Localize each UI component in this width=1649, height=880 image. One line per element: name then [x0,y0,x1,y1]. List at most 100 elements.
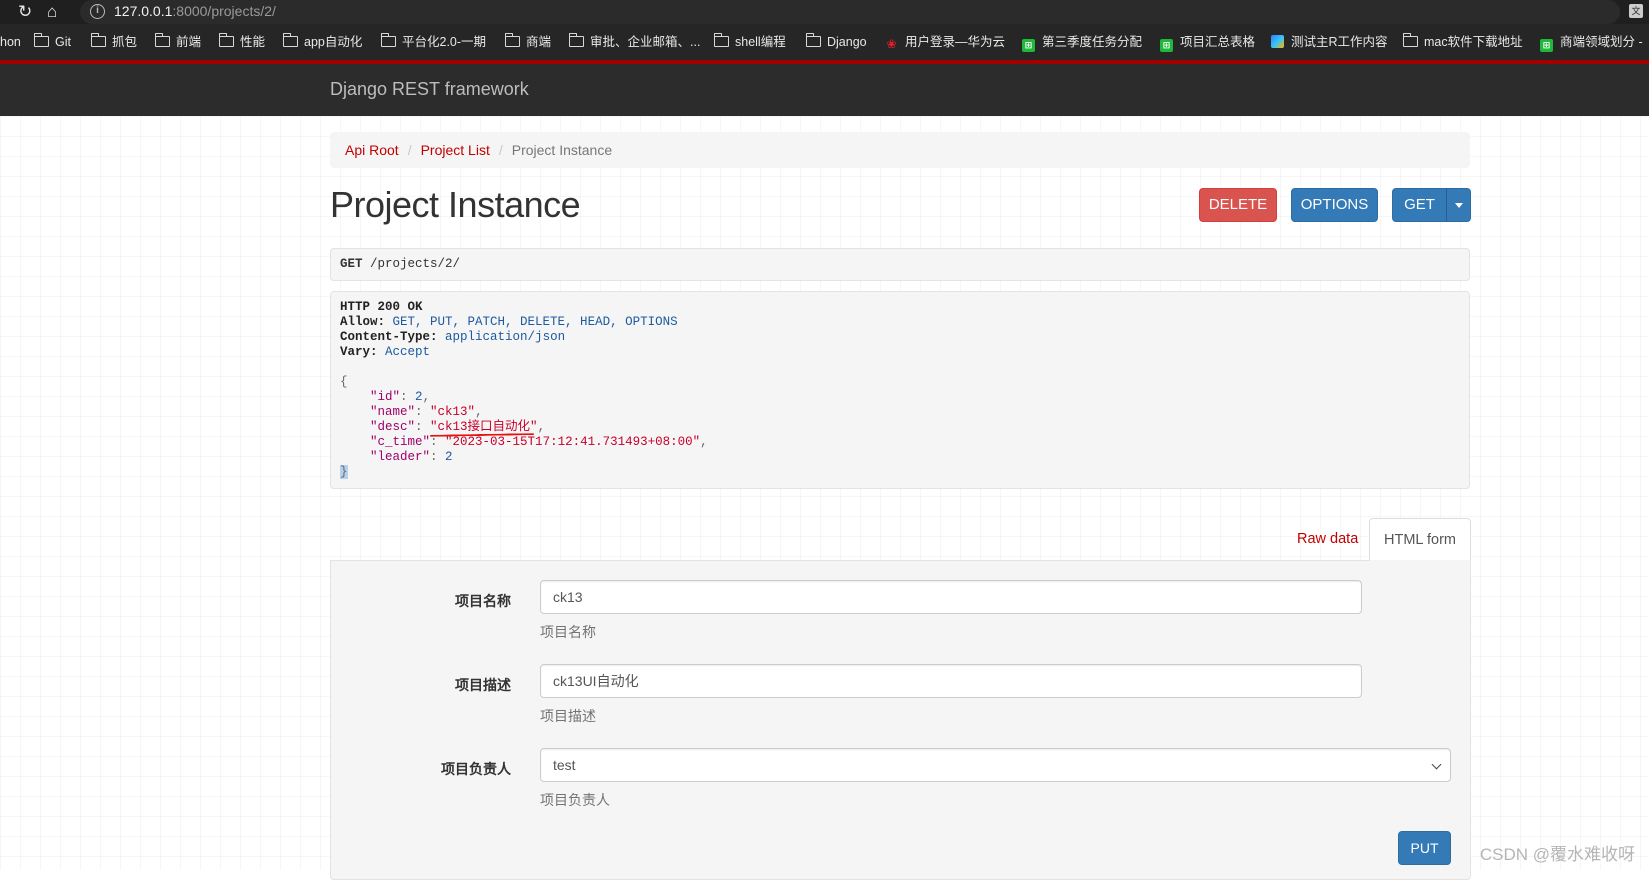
bookmark-label: 审批、企业邮箱、... [590,35,701,49]
bookmark-item[interactable]: ⊞ 第三季度任务分配 [1022,33,1143,52]
bookmark-label: shell编程 [735,35,786,49]
bookmark-label: 平台化2.0-一期 [402,35,487,49]
json-brace: { [340,375,348,389]
doc-icon [1271,35,1284,48]
breadcrumb-project-list[interactable]: Project List [421,142,490,158]
leader-select[interactable]: test [540,748,1451,782]
request-method: GET [340,257,363,271]
bookmark-label: 前端 [176,35,202,49]
bookmark-label: 测试主R工作内容 [1291,35,1388,49]
json-value-leader: 2 [445,450,453,464]
translate-icon[interactable]: 文 [1629,4,1643,18]
json-value-name: "ck13" [430,405,476,419]
tab-html-form[interactable]: HTML form [1369,518,1471,561]
bookmark-item[interactable]: Git [33,33,71,51]
bookmark-label: hon [0,35,21,49]
bookmark-label: 第三季度任务分配 [1042,35,1143,49]
huawei-icon: ❀ [886,37,897,51]
header-key: Content-Type: [340,330,438,344]
breadcrumb-separator: / [498,142,503,158]
breadcrumb: Api Root / Project List / Project Instance [330,132,1470,168]
bookmark-item[interactable]: 商端 [504,33,552,51]
json-key: "leader" [370,450,431,464]
header-value: GET, PUT, PATCH, DELETE, HEAD, OPTIONS [392,315,678,329]
bookmarks-bar: hon Git 抓包 前端 性能 app自动化 平台化2.0-一期 商端 审批、… [0,24,1649,60]
response-info: HTTP 200 OK Allow: GET, PUT, PATCH, DELE… [330,291,1470,489]
bookmark-label: 性能 [240,35,266,49]
json-key: "desc" [370,420,416,434]
bookmark-label: 商端 [526,35,552,49]
home-icon[interactable]: ⌂ [47,1,57,23]
name-label: 项目名称 [455,593,511,609]
bookmark-item[interactable]: hon [0,33,21,51]
bookmark-label: 商端领域划分 - [1560,35,1643,49]
url-text[interactable]: 127.0.0.1:8000/projects/2/ [114,3,276,19]
bookmark-item[interactable]: ❀ 用户登录—华为云 [885,33,1005,51]
watermark: CSDN @覆水难收呀 [1479,845,1635,864]
options-button[interactable]: OPTIONS [1291,188,1378,222]
delete-button[interactable]: DELETE [1199,188,1277,222]
request-info: GET /projects/2/ [330,248,1470,281]
bookmark-item[interactable]: 前端 [154,33,202,51]
desc-input[interactable]: ck13UI自动化 [540,664,1362,698]
header-key: Allow: [340,315,386,329]
put-button[interactable]: PUT [1398,831,1451,865]
get-button[interactable]: GET [1392,188,1447,222]
folder-icon [380,33,396,47]
navbar-brand[interactable]: Django REST framework [330,79,529,100]
response-status: HTTP 200 OK [340,300,423,314]
name-input[interactable]: ck13 [540,580,1362,614]
header-value: application/json [445,330,566,344]
sheet-icon: ⊞ [1540,39,1553,52]
bookmark-label: 用户登录—华为云 [905,35,1006,49]
bookmark-item[interactable]: 审批、企业邮箱、... [568,33,701,51]
json-key: "id" [370,390,401,404]
bookmark-item[interactable]: ⊞ 项目汇总表格 [1160,33,1256,52]
json-key: "c_time" [370,435,431,449]
url-omnibox[interactable]: i 127.0.0.1:8000/projects/2/ [80,0,1620,24]
bookmark-label: 抓包 [112,35,138,49]
header-key: Vary: [340,345,378,359]
browser-address-bar: ↻ ⌂ i 127.0.0.1:8000/projects/2/ 文 [0,0,1649,24]
reload-icon[interactable]: ↻ [18,1,32,23]
breadcrumb-active: Project Instance [511,142,613,158]
bookmark-item[interactable]: ⊞ 商端领域划分 - [1540,33,1643,52]
folder-icon [218,33,234,47]
json-value-id: 2 [415,390,423,404]
url-host: 127.0.0.1 [114,3,173,19]
bookmark-item[interactable]: 平台化2.0-一期 [380,33,487,51]
breadcrumb-api-root[interactable]: Api Root [345,142,399,158]
folder-icon [713,33,729,47]
folder-icon [154,33,170,47]
bookmark-label: Django [827,35,867,49]
bookmark-label: app自动化 [304,35,363,49]
desc-help: 项目描述 [540,708,596,724]
folder-icon [1402,33,1418,47]
tab-raw-data[interactable]: Raw data [1285,518,1370,560]
info-icon[interactable]: i [90,4,105,19]
sheet-icon: ⊞ [1022,39,1035,52]
caret-down-icon [1454,202,1463,208]
bookmark-item[interactable]: mac软件下载地址 [1402,33,1523,51]
bookmark-label: 项目汇总表格 [1180,35,1256,49]
leader-label: 项目负责人 [441,761,511,777]
bookmark-item[interactable]: shell编程 [713,33,786,51]
breadcrumb-separator: / [407,142,412,158]
folder-icon [282,33,298,47]
folder-icon [90,33,106,47]
json-value-desc: "ck13接口自动化" [430,420,538,434]
bookmark-item[interactable]: 测试主R工作内容 [1271,33,1388,51]
bookmark-item[interactable]: Django [805,33,867,51]
json-brace: } [340,465,348,479]
bookmark-item[interactable]: app自动化 [282,33,363,51]
get-format-dropdown[interactable] [1446,188,1471,222]
desc-label: 项目描述 [455,677,511,693]
folder-icon [805,33,821,47]
request-path: /projects/2/ [370,257,461,271]
header-value: Accept [385,345,431,359]
url-path: :8000/projects/2/ [172,3,276,19]
bookmark-item[interactable]: 性能 [218,33,266,51]
folder-icon [568,33,584,47]
bookmark-item[interactable]: 抓包 [90,33,138,51]
json-value-c-time: "2023-03-15T17:12:41.731493+08:00" [445,435,701,449]
